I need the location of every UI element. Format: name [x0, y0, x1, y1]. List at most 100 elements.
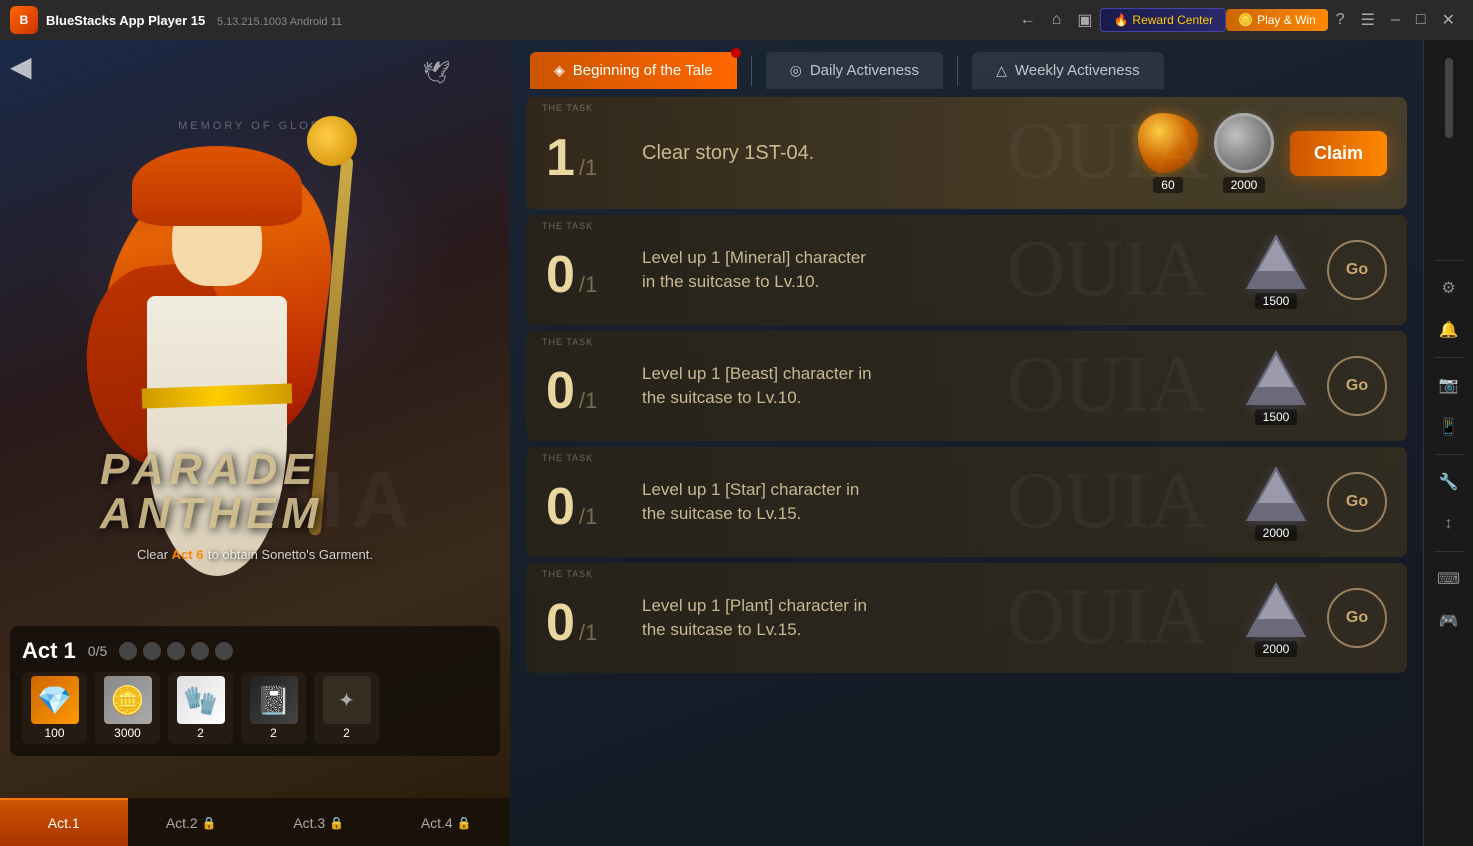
- game-panel: ◀ 🕊 MEMORY OF GLORY: [0, 40, 510, 846]
- tab-divider-2: [957, 56, 958, 86]
- reward-amber: 💎 100: [22, 672, 87, 744]
- restore-button[interactable]: □: [1408, 7, 1434, 33]
- task-reward-2: 1500: [1241, 231, 1311, 309]
- act-tab-3[interactable]: Act.3 🔒: [255, 798, 383, 846]
- lock-icon-3: 🔒: [329, 816, 344, 830]
- close-button[interactable]: ✕: [1434, 8, 1463, 32]
- tabs-nav-button[interactable]: ▣: [1069, 6, 1100, 34]
- dot-1: [119, 642, 137, 660]
- tab-beginning[interactable]: ◈ Beginning of the Tale: [530, 52, 737, 89]
- book-icon: 📓: [250, 676, 298, 724]
- act-tabs: Act.1 Act.2 🔒 Act.3 🔒 Act.4 🔒: [0, 798, 510, 846]
- go-button-5[interactable]: Go: [1327, 588, 1387, 648]
- separator-2: [1434, 357, 1464, 358]
- dot-2: [143, 642, 161, 660]
- task-label-3: THE TASK: [542, 337, 593, 347]
- dot-5: [215, 642, 233, 660]
- task-progress-4: 0 /1: [546, 471, 626, 533]
- more-icon: ✦: [323, 676, 371, 724]
- task-desc-4: Level up 1 [Star] character inthe suitca…: [642, 478, 1225, 526]
- task-reward-amber: 60: [1138, 113, 1198, 193]
- task-desc-5: Level up 1 [Plant] character inthe suitc…: [642, 594, 1225, 642]
- right-panel: ◈ Beginning of the Tale ◎ Daily Activene…: [510, 40, 1423, 846]
- reward-center-button[interactable]: 🔥 Reward Center: [1100, 8, 1226, 32]
- back-button[interactable]: ◀: [10, 50, 32, 83]
- bird-decoration: 🕊: [422, 60, 450, 86]
- tab-daily[interactable]: ◎ Daily Activeness: [766, 52, 943, 89]
- task-reward-4: 2000: [1241, 463, 1311, 541]
- tools-button[interactable]: 🔧: [1430, 463, 1468, 501]
- notification-tool-button[interactable]: 🔔: [1430, 311, 1468, 349]
- act-tab-4[interactable]: Act.4 🔒: [383, 798, 511, 846]
- tab-weekly[interactable]: △ Weekly Activeness: [972, 52, 1164, 89]
- phone-tool-button[interactable]: 📱: [1430, 408, 1468, 446]
- task-progress-5: 0 /1: [546, 587, 626, 649]
- home-nav-button[interactable]: ⌂: [1044, 7, 1070, 33]
- menu-button[interactable]: ☰: [1353, 6, 1383, 34]
- task-desc-3: Level up 1 [Beast] character inthe suitc…: [642, 362, 1225, 410]
- reward-book: 📓 2: [241, 672, 306, 744]
- task-label-1: THE TASK: [542, 103, 593, 113]
- reward-coin: 🪙 3000: [95, 672, 160, 744]
- coin-icon: 🪙: [1238, 13, 1253, 27]
- play-win-button[interactable]: 🪙 Play & Win: [1226, 9, 1328, 31]
- app-title: BlueStacks App Player 15 5.13.215.1003 A…: [46, 13, 1012, 28]
- back-nav-button[interactable]: ←: [1012, 7, 1044, 33]
- settings-tool-button[interactable]: ⚙: [1430, 269, 1468, 307]
- task-progress-1: 1 /1: [546, 122, 626, 184]
- task-label-4: THE TASK: [542, 453, 593, 463]
- minimize-button[interactable]: –: [1383, 7, 1408, 33]
- game-title: PARADE ANTHEM: [100, 448, 324, 536]
- act-progress: 0/5: [88, 643, 107, 659]
- task-label-2: THE TASK: [542, 221, 593, 231]
- tab-bar: ◈ Beginning of the Tale ◎ Daily Activene…: [510, 40, 1423, 89]
- act-title: Act 1: [22, 638, 76, 664]
- claim-button-1[interactable]: Claim: [1290, 131, 1387, 176]
- go-button-4[interactable]: Go: [1327, 472, 1387, 532]
- task-card-1: THE TASK 1 /1 Clear story 1ST-04. 60 200…: [526, 97, 1407, 209]
- act-tab-1[interactable]: Act.1: [0, 798, 128, 846]
- act-panel: Act 1 0/5 💎 100 🪙 3000: [10, 626, 500, 756]
- lock-icon-2: 🔒: [202, 816, 217, 830]
- title-bar: B BlueStacks App Player 15 5.13.215.1003…: [0, 0, 1473, 40]
- task-label-5: THE TASK: [542, 569, 593, 579]
- task-progress-2: 0 /1: [546, 239, 626, 301]
- task-card-4: THE TASK 0 /1 Level up 1 [Star] characte…: [526, 447, 1407, 557]
- task-reward-5: 2000: [1241, 579, 1311, 657]
- task-card-5: THE TASK 0 /1 Level up 1 [Plant] charact…: [526, 563, 1407, 673]
- resize-button[interactable]: ↕: [1430, 505, 1468, 543]
- tab-divider-1: [751, 56, 752, 86]
- go-button-2[interactable]: Go: [1327, 240, 1387, 300]
- progress-dots: [119, 642, 233, 660]
- camera-tool-button[interactable]: 📷: [1430, 366, 1468, 404]
- tab-notification-badge: [731, 48, 741, 58]
- task-progress-3: 0 /1: [546, 355, 626, 417]
- act-tab-2[interactable]: Act.2 🔒: [128, 798, 256, 846]
- task-desc-2: Level up 1 [Mineral] characterin the sui…: [642, 246, 1225, 294]
- app-logo: B: [10, 6, 38, 34]
- gamepad-button[interactable]: 🎮: [1430, 602, 1468, 640]
- task-card-2: THE TASK 0 /1 Level up 1 [Mineral] chara…: [526, 215, 1407, 325]
- main-area: ◀ 🕊 MEMORY OF GLORY: [0, 40, 1473, 846]
- character: [27, 186, 407, 666]
- go-button-3[interactable]: Go: [1327, 356, 1387, 416]
- separator-4: [1434, 551, 1464, 552]
- help-button[interactable]: ?: [1328, 7, 1353, 33]
- task-desc-1: Clear story 1ST-04.: [642, 139, 1122, 167]
- dot-3: [167, 642, 185, 660]
- reward-glove: 🧤 2: [168, 672, 233, 744]
- fire-icon: 🔥: [1113, 13, 1128, 27]
- task-list: THE TASK 1 /1 Clear story 1ST-04. 60 200…: [510, 89, 1423, 846]
- lock-icon-4: 🔒: [457, 816, 472, 830]
- task-reward-3: 1500: [1241, 347, 1311, 425]
- reward-extra: ✦ 2: [314, 672, 379, 744]
- glove-icon: 🧤: [177, 676, 225, 724]
- amber-icon: 💎: [31, 676, 79, 724]
- game-subtitle: Clear Act 6 to obtain Sonetto's Garment.: [137, 546, 373, 564]
- reward-row: 💎 100 🪙 3000 🧤 2 📓 2 ✦ 2: [22, 672, 488, 744]
- task-card-3: THE TASK 0 /1 Level up 1 [Beast] charact…: [526, 331, 1407, 441]
- coin-reward-icon: 🪙: [104, 676, 152, 724]
- task-reward-coin: 2000: [1214, 113, 1274, 193]
- side-toolbar: ⚙ 🔔 📷 📱 🔧 ↕ ⌨ 🎮: [1423, 40, 1473, 846]
- keyboard-button[interactable]: ⌨: [1430, 560, 1468, 598]
